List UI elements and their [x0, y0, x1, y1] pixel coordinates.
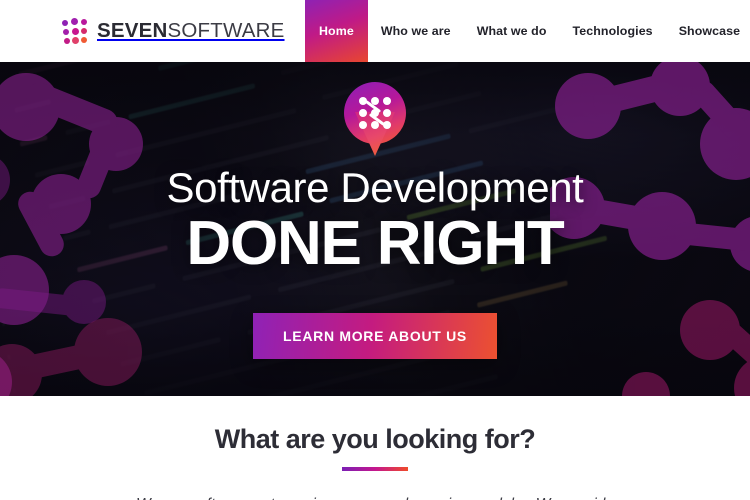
nav-item-home[interactable]: Home	[305, 0, 368, 62]
seven-dots-logo-icon	[62, 18, 88, 44]
brand-name: SEVENSOFTWARE	[97, 18, 285, 42]
map-pin-dots-logo-icon	[344, 82, 406, 161]
hero-section: Software Development DONE RIGHT LEARN MO…	[0, 62, 750, 396]
section-description: We are software outsourcing company lore…	[0, 493, 750, 500]
hero-headline-line2: DONE RIGHT	[186, 209, 564, 278]
site-header: SEVENSOFTWARE Home Who we are What we do…	[0, 0, 750, 62]
nav-item-technologies[interactable]: Technologies	[560, 0, 666, 62]
nav-item-who-we-are[interactable]: Who we are	[368, 0, 464, 62]
nav-item-showcase[interactable]: Showcase	[666, 0, 750, 62]
brand-name-bold: SEVEN	[97, 18, 168, 42]
hero-headline: Software Development DONE RIGHT	[167, 167, 584, 275]
hero-headline-line1: Software Development	[166, 164, 584, 211]
pin-dot-grid	[359, 97, 391, 129]
section-title: What are you looking for?	[214, 424, 536, 454]
hero-content: Software Development DONE RIGHT LEARN MO…	[0, 62, 750, 396]
brand-logo-link[interactable]: SEVENSOFTWARE	[62, 18, 285, 44]
looking-for-section: What are you looking for? We are softwar…	[0, 396, 750, 500]
learn-more-button[interactable]: LEARN MORE ABOUT US	[253, 313, 497, 359]
brand-name-light: SOFTWARE	[167, 18, 285, 42]
title-underline-rule	[342, 467, 408, 471]
main-navigation: Home Who we are What we do Technologies …	[305, 0, 750, 62]
nav-item-what-we-do[interactable]: What we do	[464, 0, 560, 62]
